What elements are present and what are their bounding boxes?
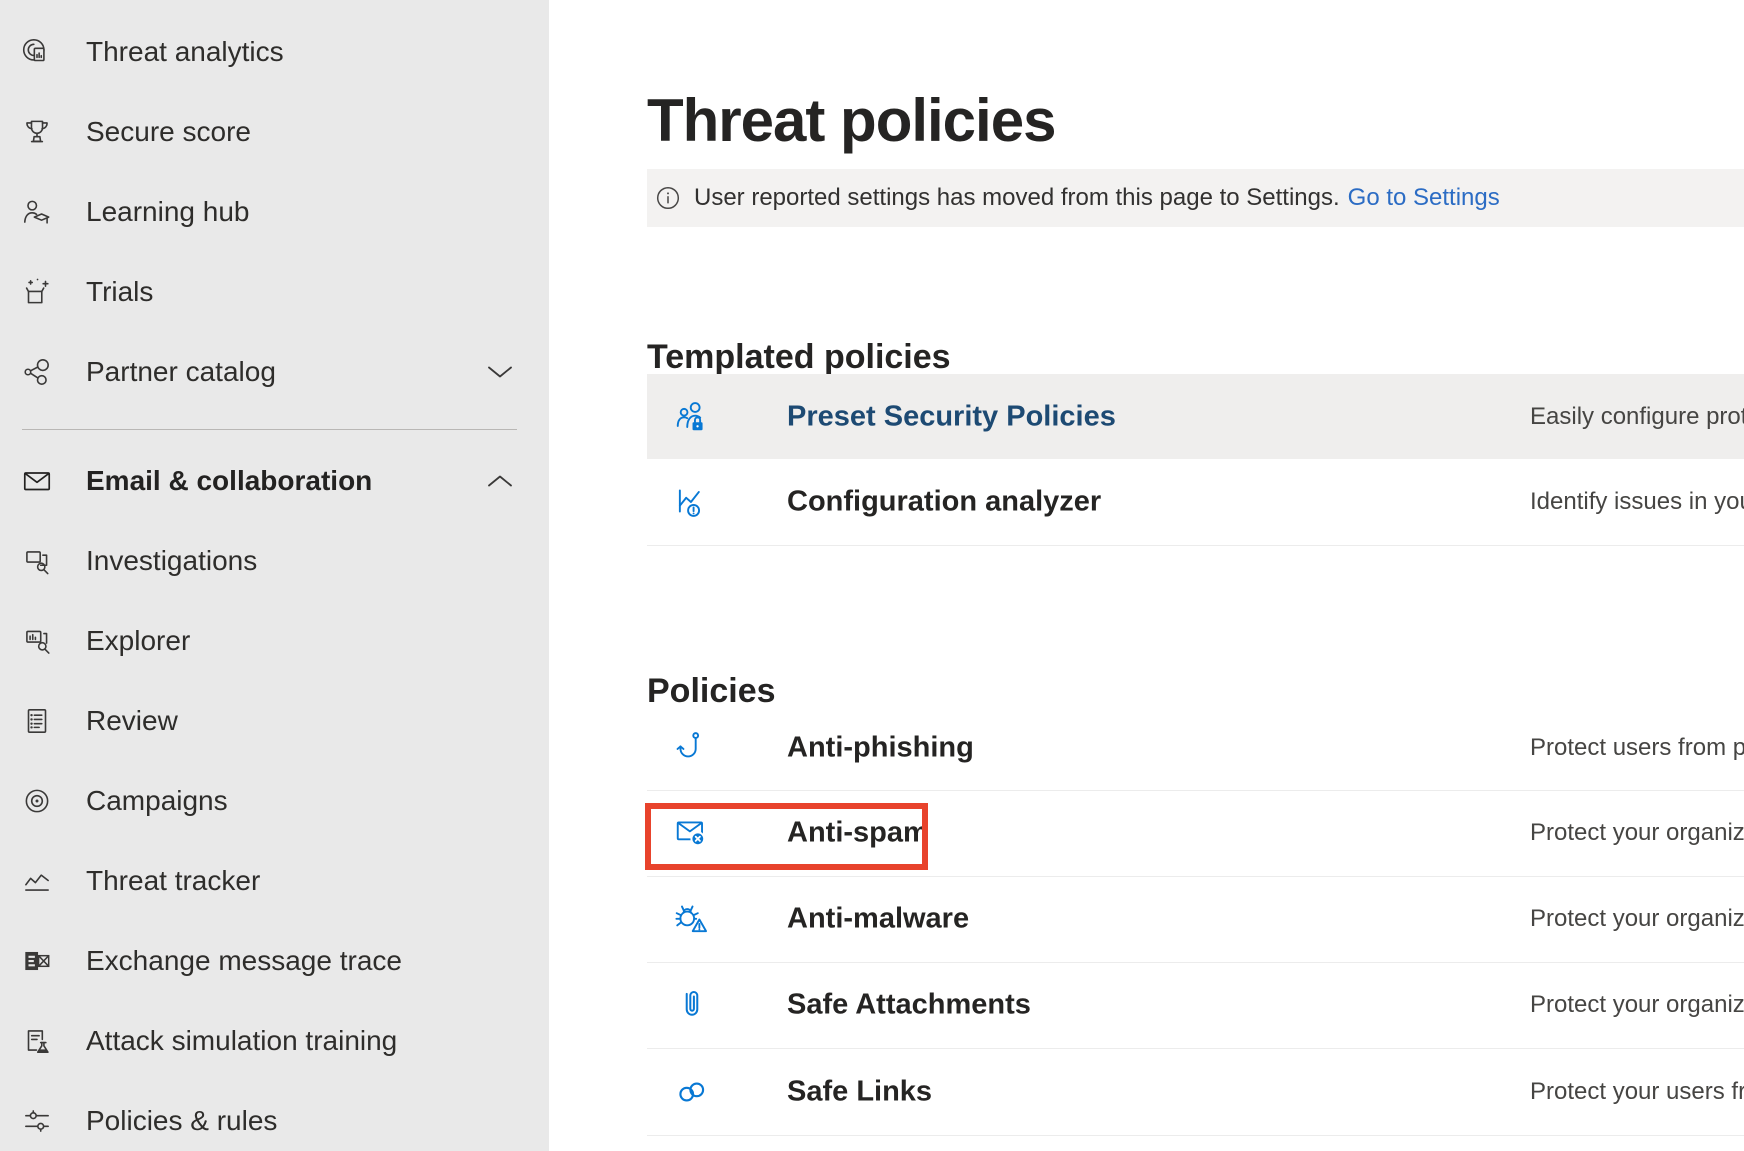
sidebar-item-label: Campaigns [86, 785, 228, 817]
row-configuration-analyzer[interactable]: Configuration analyzer Identify issues i… [647, 459, 1744, 546]
row-label: Safe Links [787, 1075, 932, 1108]
explorer-icon [20, 624, 54, 658]
review-icon [20, 704, 54, 738]
row-preset-security-policies[interactable]: Preset Security Policies Easily configur… [647, 374, 1744, 459]
sidebar-item-explorer[interactable]: Explorer [0, 601, 549, 681]
row-safe-attachments[interactable]: Safe Attachments Protect your organiz [647, 962, 1744, 1049]
sidebar: Threat analytics Secure score [0, 0, 549, 1151]
sidebar-email-group: Email & collaboration Investigat [0, 441, 549, 1151]
row-description: Easily configure prot [1530, 403, 1744, 431]
row-anti-spam[interactable]: Anti-spam Protect your organiz [647, 790, 1744, 877]
sidebar-item-label: Secure score [86, 116, 251, 148]
sidebar-item-investigations[interactable]: Investigations [0, 521, 549, 601]
sidebar-item-threat-tracker[interactable]: Threat tracker [0, 841, 549, 921]
sidebar-item-learning-hub[interactable]: Learning hub [0, 172, 549, 252]
row-label: Configuration analyzer [787, 486, 1101, 519]
threat-analytics-icon [20, 35, 54, 69]
templated-policies-heading: Templated policies [647, 338, 951, 377]
sidebar-item-label: Attack simulation training [86, 1025, 397, 1057]
row-description: Protect your organiz [1530, 819, 1744, 847]
sidebar-item-label: Investigations [86, 545, 257, 577]
sidebar-item-label: Review [86, 705, 178, 737]
email-icon [20, 464, 54, 498]
policies-rules-icon [20, 1104, 54, 1138]
exchange-icon [20, 944, 54, 978]
row-description: Protect your organiz [1530, 991, 1744, 1019]
sidebar-item-label: Trials [86, 276, 153, 308]
sidebar-item-label: Email & collaboration [86, 465, 372, 497]
secure-score-icon [20, 115, 54, 149]
trials-icon [20, 275, 54, 309]
go-to-settings-link[interactable]: Go to Settings [1348, 184, 1500, 212]
sidebar-item-policies-rules[interactable]: Policies & rules [0, 1081, 549, 1151]
safe-attachments-icon [673, 986, 711, 1024]
learning-hub-icon [20, 195, 54, 229]
row-label: Anti-phishing [787, 731, 974, 764]
row-anti-phishing[interactable]: Anti-phishing Protect users from p [647, 705, 1744, 791]
sidebar-divider [22, 429, 517, 430]
sidebar-item-campaigns[interactable]: Campaigns [0, 761, 549, 841]
info-banner: User reported settings has moved from th… [647, 169, 1744, 227]
sidebar-item-label: Policies & rules [86, 1105, 277, 1137]
row-label: Preset Security Policies [787, 400, 1116, 433]
partner-catalog-icon [20, 355, 54, 389]
sidebar-item-attack-simulation-training[interactable]: Attack simulation training [0, 1001, 549, 1081]
banner-message: User reported settings has moved from th… [694, 184, 1340, 212]
row-safe-links[interactable]: Safe Links Protect your users fr [647, 1048, 1744, 1136]
sidebar-item-label: Partner catalog [86, 356, 276, 388]
anti-phishing-icon [673, 729, 711, 767]
sidebar-item-label: Explorer [86, 625, 190, 657]
row-label: Anti-malware [787, 903, 969, 936]
sidebar-item-label: Exchange message trace [86, 945, 402, 977]
sidebar-top-group: Threat analytics Secure score [0, 0, 549, 412]
sidebar-item-secure-score[interactable]: Secure score [0, 92, 549, 172]
info-icon [656, 186, 680, 210]
row-description: Protect your users fr [1530, 1078, 1744, 1106]
campaigns-icon [20, 784, 54, 818]
row-anti-malware[interactable]: Anti-malware Protect your organiz [647, 876, 1744, 963]
investigations-icon [20, 544, 54, 578]
row-label: Anti-spam [787, 817, 929, 850]
chevron-down-icon[interactable] [487, 365, 513, 379]
sidebar-item-label: Learning hub [86, 196, 249, 228]
page-title: Threat policies [647, 86, 1055, 155]
anti-malware-icon [673, 900, 711, 938]
sidebar-item-review[interactable]: Review [0, 681, 549, 761]
sidebar-item-email-collaboration[interactable]: Email & collaboration [0, 441, 549, 521]
row-description: Protect users from p [1530, 734, 1744, 762]
sidebar-item-label: Threat tracker [86, 865, 260, 897]
defender-portal-screen: Threat analytics Secure score [0, 0, 1744, 1151]
row-description: Identify issues in you [1530, 488, 1744, 516]
preset-security-icon [673, 398, 711, 436]
configuration-analyzer-icon [673, 483, 711, 521]
chevron-up-icon[interactable] [487, 474, 513, 488]
row-label: Safe Attachments [787, 989, 1031, 1022]
sidebar-item-exchange-message-trace[interactable]: Exchange message trace [0, 921, 549, 1001]
sidebar-item-label: Threat analytics [86, 36, 284, 68]
main-content: Threat policies User reported settings h… [549, 0, 1744, 1151]
sidebar-item-threat-analytics[interactable]: Threat analytics [0, 12, 549, 92]
safe-links-icon [673, 1073, 711, 1111]
attack-simulation-icon [20, 1024, 54, 1058]
anti-spam-icon [673, 814, 711, 852]
sidebar-item-trials[interactable]: Trials [0, 252, 549, 332]
threat-tracker-icon [20, 864, 54, 898]
sidebar-item-partner-catalog[interactable]: Partner catalog [0, 332, 549, 412]
row-description: Protect your organiz [1530, 905, 1744, 933]
